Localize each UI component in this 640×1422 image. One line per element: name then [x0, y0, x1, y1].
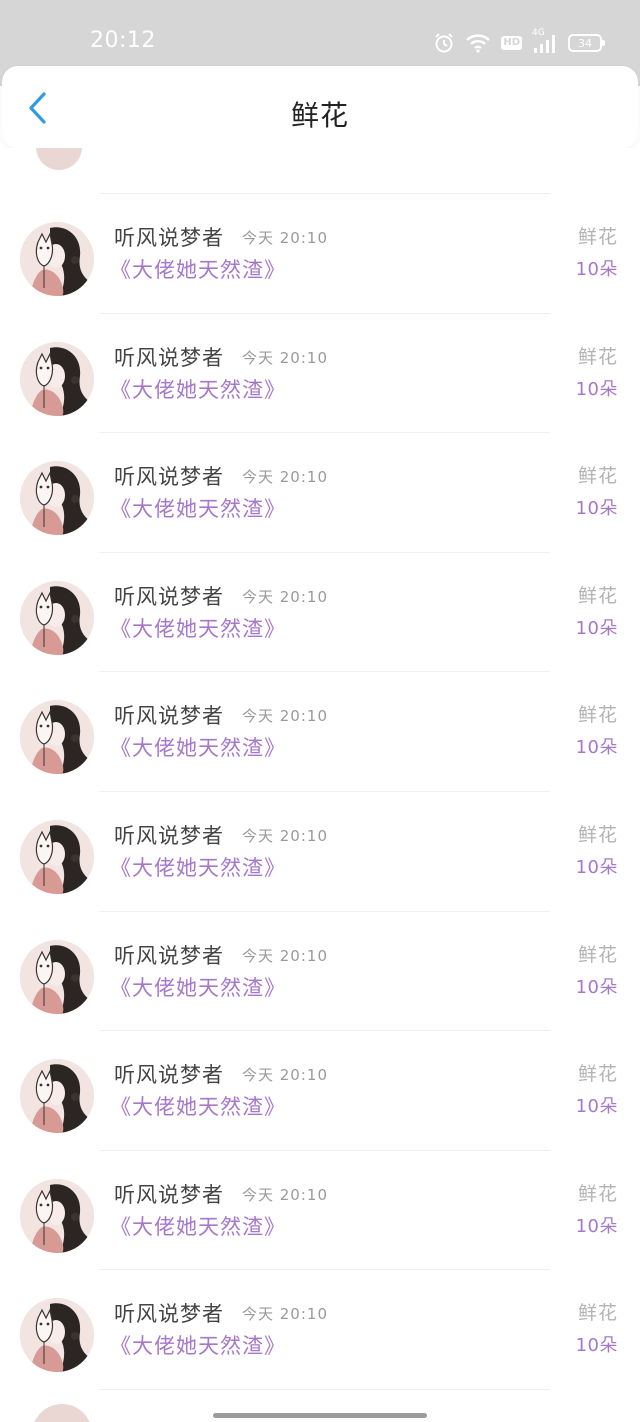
- gift-time: 今天 20:10: [242, 826, 328, 845]
- user-name: 听风说梦者: [114, 226, 224, 250]
- user-name: 听风说梦者: [114, 465, 224, 490]
- user-name: 听风说梦者: [114, 584, 224, 609]
- book-title[interactable]: 《大佬她天然渣》: [110, 732, 286, 762]
- book-title[interactable]: 《大佬她天然渣》: [110, 613, 286, 643]
- book-title[interactable]: 《大佬她天然渣》: [110, 1091, 286, 1121]
- gift-amount: 10朵: [575, 737, 618, 759]
- network-type-label: 4G: [532, 28, 545, 38]
- gift-amount: 10朵: [575, 617, 618, 639]
- user-name: 听风说梦者: [114, 704, 224, 729]
- user-name: 听风说梦者: [114, 943, 224, 968]
- status-time: 20:12: [90, 28, 156, 53]
- gift-list-item[interactable]: 听风说梦者 今天 20:10 《大佬她天然渣》 鲜花 10朵: [0, 1031, 640, 1151]
- gift-type: 鲜花: [577, 1302, 618, 1325]
- gift-amount: 10朵: [575, 856, 618, 878]
- gift-list[interactable]: 听风说梦者 今天 20:10 《大佬她天然渣》 鲜花 10朵 听风说梦者 今天 …: [0, 148, 640, 1422]
- user-name: 听风说梦者: [114, 345, 224, 370]
- user-name: 听风说梦者: [114, 1182, 224, 1207]
- gift-time: 今天 20:10: [242, 229, 328, 247]
- book-title[interactable]: 《大佬她天然渣》: [110, 493, 286, 523]
- avatar[interactable]: [20, 1059, 94, 1134]
- gift-amount: 10朵: [575, 1215, 618, 1237]
- book-title[interactable]: 《大佬她天然渣》: [110, 254, 286, 284]
- user-name: 听风说梦者: [114, 823, 224, 848]
- avatar[interactable]: [20, 580, 94, 655]
- avatar[interactable]: [20, 1298, 94, 1373]
- gift-type: 鲜花: [577, 704, 618, 727]
- gift-list-item[interactable]: 听风说梦者 今天 20:10 《大佬她天然渣》 鲜花 10朵: [0, 194, 640, 314]
- avatar[interactable]: [20, 819, 94, 894]
- gift-time: 今天 20:10: [242, 587, 328, 606]
- avatar: [32, 1403, 92, 1422]
- hd-badge: HD: [501, 36, 522, 50]
- gift-time: 今天 20:10: [242, 1185, 328, 1204]
- book-title[interactable]: 《大佬她天然渣》: [110, 1211, 286, 1241]
- gift-amount: 10朵: [575, 498, 618, 520]
- gift-time: 今天 20:10: [242, 946, 328, 965]
- status-icons: HD 4G 34: [433, 28, 605, 56]
- user-name: 听风说梦者: [114, 1302, 224, 1327]
- gift-amount: 10朵: [575, 976, 618, 998]
- gift-list-item[interactable]: 听风说梦者 今天 20:10 《大佬她天然渣》 鲜花 10朵: [0, 792, 640, 912]
- user-name: 听风说梦者: [114, 1063, 224, 1088]
- avatar[interactable]: [20, 341, 94, 416]
- gift-type: 鲜花: [577, 465, 618, 488]
- avatar[interactable]: [20, 222, 94, 296]
- gift-list-item[interactable]: 听风说梦者 今天 20:10 《大佬她天然渣》 鲜花 10朵: [0, 553, 640, 673]
- book-title[interactable]: 《大佬她天然渣》: [110, 1330, 286, 1360]
- gift-type: 鲜花: [577, 1182, 618, 1205]
- gift-amount: 10朵: [575, 259, 618, 280]
- gift-amount: 10朵: [575, 378, 618, 400]
- avatar[interactable]: [20, 1178, 94, 1253]
- wifi-icon: [465, 33, 491, 53]
- gift-time: 今天 20:10: [242, 707, 328, 726]
- gift-time: 今天 20:10: [242, 1305, 328, 1324]
- page-title: 鲜花: [290, 99, 349, 132]
- gift-type: 鲜花: [577, 584, 618, 607]
- book-title[interactable]: 《大佬她天然渣》: [110, 972, 286, 1002]
- gift-list-item[interactable]: 听风说梦者 今天 20:10 《大佬她天然渣》 鲜花 10朵: [0, 1270, 640, 1390]
- gift-list-inner: 听风说梦者 今天 20:10 《大佬她天然渣》 鲜花 10朵 听风说梦者 今天 …: [0, 148, 640, 1422]
- gift-time: 今天 20:10: [242, 1066, 328, 1085]
- gift-amount: 10朵: [575, 1335, 618, 1357]
- battery-icon: 34: [568, 34, 605, 52]
- gift-type: 鲜花: [577, 1063, 618, 1086]
- gift-list-item[interactable]: 听风说梦者 今天 20:10 《大佬她天然渣》 鲜花 10朵: [0, 672, 640, 792]
- book-title[interactable]: 《大佬她天然渣》: [110, 374, 286, 404]
- gift-list-item[interactable]: 听风说梦者 今天 20:10 《大佬她天然渣》 鲜花 10朵: [0, 314, 640, 434]
- gift-time: 今天 20:10: [242, 348, 328, 367]
- gift-type: 鲜花: [577, 943, 618, 966]
- gift-time: 今天 20:10: [242, 468, 328, 487]
- cellular-signal-icon: 4G: [532, 28, 558, 54]
- avatar[interactable]: [20, 461, 94, 536]
- gift-type: 鲜花: [577, 823, 618, 846]
- gift-amount: 10朵: [575, 1096, 618, 1118]
- list-item-partial: [0, 148, 640, 194]
- avatar[interactable]: [20, 939, 94, 1014]
- gift-type: 鲜花: [577, 226, 618, 248]
- battery-level: 34: [578, 36, 592, 50]
- gift-list-item[interactable]: 听风说梦者 今天 20:10 《大佬她天然渣》 鲜花 10朵: [0, 912, 640, 1032]
- avatar: [36, 148, 82, 170]
- gift-list-item[interactable]: 听风说梦者 今天 20:10 《大佬她天然渣》 鲜花 10朵: [0, 1151, 640, 1271]
- nav-bar: 鲜花: [2, 66, 638, 148]
- book-title[interactable]: 《大佬她天然渣》: [110, 852, 286, 882]
- avatar[interactable]: [20, 700, 94, 775]
- gift-list-item[interactable]: 听风说梦者 今天 20:10 《大佬她天然渣》 鲜花 10朵: [0, 433, 640, 553]
- gift-type: 鲜花: [577, 345, 618, 368]
- home-indicator[interactable]: [213, 1413, 427, 1418]
- alarm-icon: [433, 32, 455, 54]
